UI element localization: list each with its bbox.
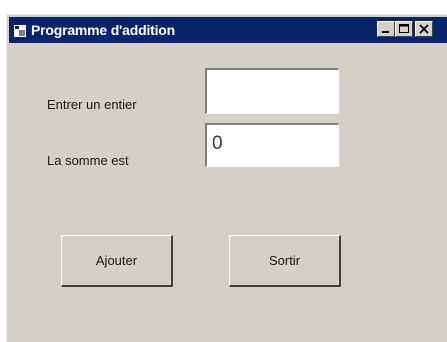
- sortir-button[interactable]: Sortir: [229, 235, 341, 287]
- entier-label: Entrer un entier: [47, 97, 137, 112]
- entier-input[interactable]: [205, 68, 339, 114]
- somme-field[interactable]: 0: [205, 123, 339, 167]
- window-title: Programme d'addition: [31, 22, 176, 38]
- title-bar[interactable]: Programme d'addition: [9, 17, 447, 43]
- close-button[interactable]: [415, 21, 433, 37]
- ajouter-button[interactable]: Ajouter: [61, 235, 173, 287]
- minimize-icon: [382, 31, 389, 33]
- close-icon: [419, 24, 429, 34]
- app-icon: [14, 24, 26, 37]
- maximize-icon: [399, 24, 409, 33]
- app-window: Programme d'addition Entrer un entier La…: [6, 14, 447, 342]
- minimize-button[interactable]: [377, 21, 395, 37]
- somme-label: La somme est: [47, 153, 129, 168]
- maximize-button[interactable]: [395, 21, 413, 37]
